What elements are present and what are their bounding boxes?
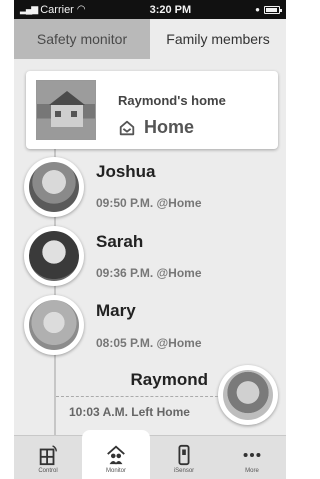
member-name: Mary [96,301,136,320]
tab-label: More [245,468,259,474]
family-house-icon [107,445,125,465]
segment-tabs: Safety monitor Family members [14,19,286,59]
home-title: Raymond's home [118,93,226,108]
tab-label: Monitor [105,468,126,474]
home-status: Home [118,117,194,138]
member-status: 08:05 P.M. @Home [96,336,202,350]
lock-icon: ● [255,5,260,14]
member-status: 09:50 P.M. @Home [96,196,202,210]
tab-family-members[interactable]: Family members [150,19,286,59]
status-right: ● [255,5,282,14]
sensor-device-icon [178,444,190,466]
house-photo [36,80,96,140]
tab-monitor[interactable]: Monitor [82,430,150,479]
tab-safety-monitor[interactable]: Safety monitor [14,19,150,59]
wifi-icon: ◠ [76,4,86,15]
avatar-sarah[interactable] [24,226,84,286]
home-outline-icon [119,120,135,135]
member-status: 09:36 P.M. @Home [96,266,202,280]
phone-screen: ▂▄▆ Carrier ◠ 3:20 PM ● Safety monitor F… [14,0,286,479]
member-name: Raymond [130,370,208,389]
home-status-label: Home [144,117,195,137]
tab-control[interactable]: Control [14,436,82,479]
battery-icon [263,5,282,14]
tab-label: Control [38,468,58,474]
signal-icon: ▂▄▆ [20,4,38,14]
member-status: 10:03 A.M. Left Home [69,405,190,419]
tab-label: iSensor [173,468,195,474]
more-dots-icon [243,452,261,458]
avatar-raymond[interactable] [218,365,278,425]
bottom-tab-bar: Control Monitor iSensor More [14,430,286,479]
carrier-area: ▂▄▆ Carrier ◠ [20,4,86,16]
carrier-label: Carrier [40,3,74,16]
home-card[interactable]: Raymond's home Home [26,71,278,149]
avatar-joshua[interactable] [24,157,84,217]
member-name: Sarah [96,232,144,251]
monitor-feed: Raymond's home Home Joshua 09:50 P.M. @H… [14,59,286,435]
tab-isensor[interactable]: iSensor [150,436,218,479]
control-panel-icon [39,445,57,466]
leave-divider [56,396,218,397]
clock: 3:20 PM [149,3,192,16]
tab-more[interactable]: More [218,436,286,479]
member-name: Joshua [96,162,156,181]
status-bar: ▂▄▆ Carrier ◠ 3:20 PM ● [14,0,286,19]
avatar-mary[interactable] [24,295,84,355]
